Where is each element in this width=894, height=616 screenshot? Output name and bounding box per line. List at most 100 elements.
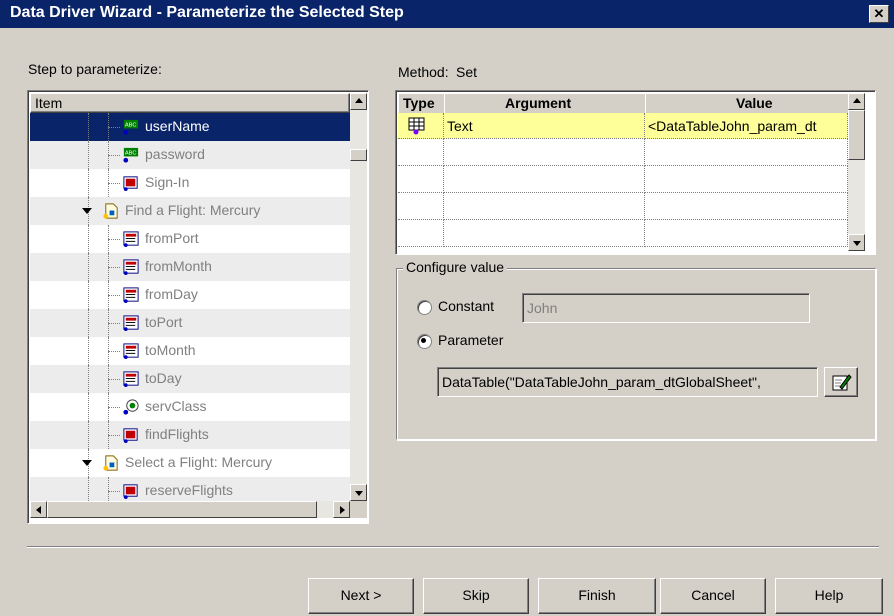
tree-item[interactable]: fromDay [30, 281, 350, 309]
tree-scroll-thumb[interactable] [350, 149, 367, 161]
edit-pencil-icon [832, 374, 852, 391]
tree-line [108, 491, 120, 492]
expand-arrow-icon[interactable] [82, 460, 92, 466]
tree-item-label: reserveFlights [145, 482, 233, 498]
step-tree[interactable]: Item ABC userName ABC password Sign-In Find a… [27, 90, 369, 524]
tree-line [108, 267, 120, 268]
tree-line [88, 337, 89, 365]
tree-column-header-label: Item [35, 95, 63, 111]
weblist-icon [123, 315, 139, 332]
page-icon [103, 203, 118, 219]
tree-item[interactable]: Select a Flight: Mercury [30, 449, 350, 477]
radio-group-icon [123, 399, 139, 415]
grid-empty-cell[interactable] [645, 193, 848, 220]
tree-line [88, 365, 89, 393]
arrow-down-icon [354, 490, 363, 496]
finish-button[interactable]: Finish [538, 578, 656, 614]
tree-item[interactable]: toPort [30, 309, 350, 337]
grid-empty-cell[interactable] [444, 166, 645, 193]
skip-button[interactable]: Skip [423, 578, 529, 614]
page-icon [103, 455, 118, 471]
weblist-icon [123, 371, 139, 388]
tree-item-label: fromDay [145, 286, 198, 302]
tree-item-label: toMonth [145, 342, 196, 358]
type-column-header[interactable]: Type [398, 93, 446, 115]
tree-item[interactable]: findFlights [30, 421, 350, 449]
tree-item[interactable]: ABC password [30, 141, 350, 169]
tree-column-header[interactable]: Item [30, 93, 350, 113]
tree-item-label: Sign-In [145, 174, 190, 190]
tree-item-label: userName [145, 118, 210, 134]
tree-item[interactable]: ABC userName [30, 113, 350, 141]
parameter-label[interactable]: Parameter [438, 332, 503, 348]
grid-empty-cell[interactable] [398, 139, 444, 166]
tree-item-label: password [145, 146, 205, 162]
image-button-icon [123, 484, 138, 500]
arrow-right-icon [339, 505, 345, 514]
tree-item-label: Find a Flight: Mercury [125, 202, 261, 218]
grid-empty-cell[interactable] [398, 166, 444, 193]
parameter-radio[interactable] [417, 334, 432, 349]
tree-item-label: Select a Flight: Mercury [125, 454, 273, 470]
argument-grid[interactable]: Type Argument Value Text <DataTableJohn_… [395, 90, 876, 255]
tree-line [108, 155, 120, 156]
tree-item-label: findFlights [145, 426, 209, 442]
tree-scroll-down-button[interactable] [350, 484, 367, 501]
grid-empty-cell[interactable] [645, 166, 848, 193]
image-button-icon [123, 428, 138, 444]
tree-scroll-right-button[interactable] [333, 501, 350, 518]
tree-item[interactable]: toDay [30, 365, 350, 393]
tree-line [88, 281, 89, 309]
arrow-up-icon [354, 97, 363, 103]
grid-scroll-thumb[interactable] [848, 110, 865, 160]
tree-item[interactable]: Sign-In [30, 169, 350, 197]
tree-scroll-up-button[interactable] [350, 93, 367, 110]
tree-line [108, 323, 120, 324]
grid-empty-cell[interactable] [444, 220, 645, 247]
edit-parameter-button[interactable] [824, 367, 858, 397]
constant-radio[interactable] [417, 300, 432, 315]
datatable-icon [408, 117, 425, 135]
tree-item[interactable]: fromPort [30, 225, 350, 253]
type-cell[interactable] [398, 113, 444, 139]
grid-scroll-up-button[interactable] [848, 93, 865, 110]
tree-item[interactable]: Find a Flight: Mercury [30, 197, 350, 225]
grid-empty-cell[interactable] [645, 220, 848, 247]
argument-cell[interactable]: Text [444, 113, 645, 139]
step-label: Step to parameterize: [28, 61, 162, 77]
grid-empty-cell[interactable] [398, 193, 444, 220]
arrow-left-icon [35, 505, 41, 514]
expand-arrow-icon[interactable] [82, 208, 92, 214]
method-label: Method: [398, 64, 449, 80]
tree-line [108, 295, 120, 296]
tree-item[interactable]: servClass [30, 393, 350, 421]
next-button[interactable]: Next > [308, 578, 414, 614]
tree-line [88, 113, 89, 141]
webedit-icon: ABC [123, 147, 139, 163]
tree-line [108, 351, 120, 352]
cancel-button[interactable]: Cancel [660, 578, 766, 614]
configure-value-title: Configure value [403, 259, 508, 275]
argument-column-header[interactable]: Argument [444, 93, 647, 115]
tree-item[interactable]: toMonth [30, 337, 350, 365]
tree-line [88, 253, 89, 281]
tree-item-label: fromMonth [145, 258, 212, 274]
grid-empty-cell[interactable] [398, 220, 444, 247]
tree-line [88, 393, 89, 421]
grid-empty-cell[interactable] [444, 193, 645, 220]
value-column-header[interactable]: Value [645, 93, 850, 115]
tree-scroll-left-button[interactable] [30, 501, 47, 518]
tree-item-label: toPort [145, 314, 183, 330]
tree-item[interactable]: fromMonth [30, 253, 350, 281]
constant-value-field: John [522, 293, 810, 323]
close-button[interactable]: ✕ [869, 5, 889, 23]
constant-label[interactable]: Constant [438, 298, 494, 314]
grid-empty-cell[interactable] [444, 139, 645, 166]
tree-hscroll-thumb[interactable] [47, 501, 317, 518]
value-cell[interactable]: <DataTableJohn_param_dt [645, 113, 848, 139]
tree-line [88, 169, 89, 197]
grid-empty-cell[interactable] [645, 139, 848, 166]
tree-line [108, 127, 120, 128]
grid-scroll-down-button[interactable] [848, 234, 865, 251]
help-button[interactable]: Help [775, 578, 883, 614]
